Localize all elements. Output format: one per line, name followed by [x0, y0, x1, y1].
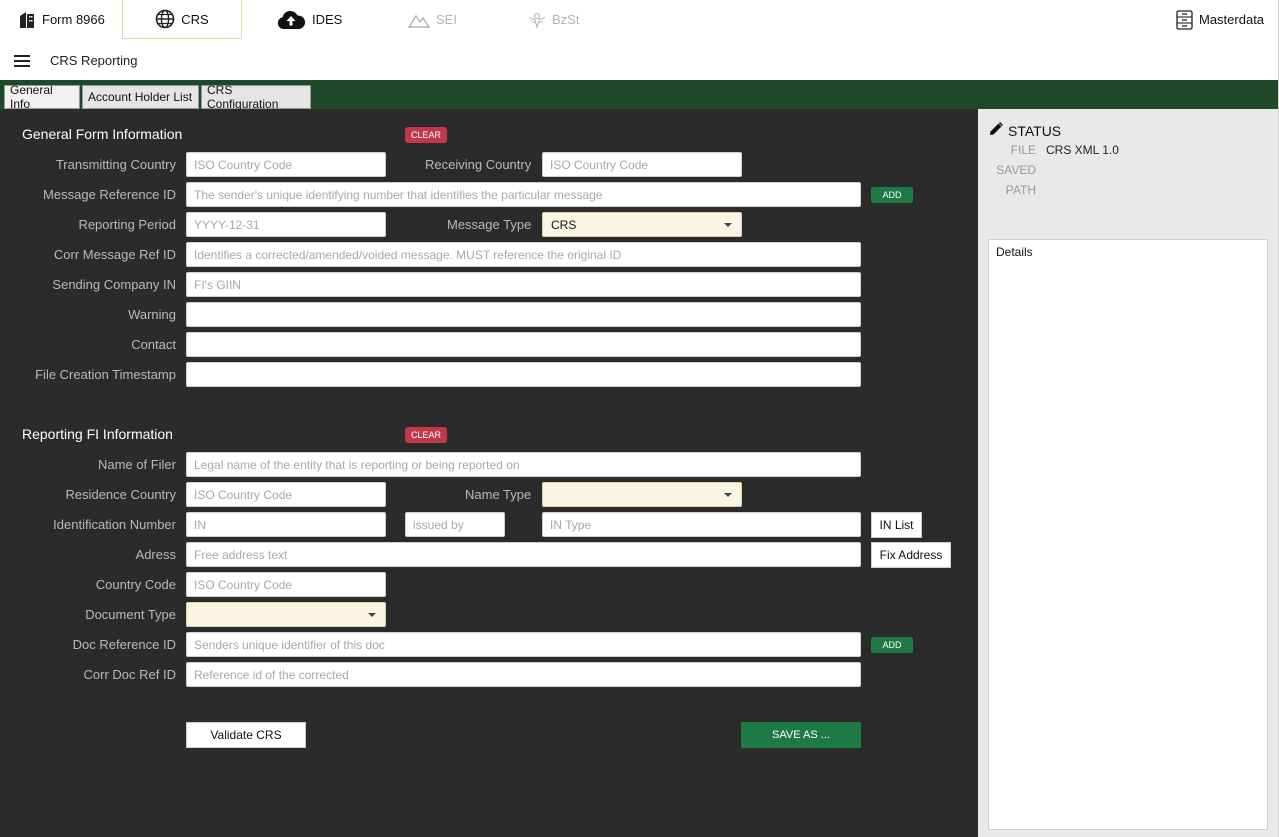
masterdata-button[interactable]: Masterdata — [1176, 0, 1264, 39]
pencil-icon — [988, 121, 1004, 140]
status-saved-key: SAVED — [996, 163, 1036, 177]
building-icon — [18, 11, 36, 29]
fi-section-title: Reporting FI Information — [22, 426, 173, 442]
corr-message-label: Corr Message Ref ID — [53, 247, 176, 262]
reporting-period-input[interactable]: YYYY-12-31 — [186, 212, 386, 237]
receiving-country-label: Receiving Country — [425, 157, 532, 172]
issued-by-input[interactable]: issued by — [405, 512, 505, 537]
tab-crs-configuration[interactable]: CRS Configuration — [201, 83, 311, 111]
chevron-down-icon — [724, 493, 732, 497]
receiving-country-input[interactable]: ISO Country Code — [542, 152, 742, 177]
message-ref-add-button[interactable]: ADD — [871, 187, 913, 203]
tab-crs[interactable]: CRS — [122, 0, 242, 39]
residence-country-label: Residence Country — [65, 487, 176, 502]
chevron-down-icon — [368, 613, 376, 617]
eagle-icon — [528, 11, 546, 29]
status-header: STATUS — [988, 121, 1061, 140]
tab-bzst[interactable]: BzSt — [528, 0, 579, 39]
country-code-input[interactable]: ISO Country Code — [186, 572, 386, 597]
top-navigation: Form 8966 CRS IDES SEI BzSt Masterdata — [0, 0, 1279, 40]
tab-sei[interactable]: SEI — [408, 0, 457, 39]
tab-ides[interactable]: IDES — [276, 0, 342, 39]
contact-label: Contact — [131, 337, 176, 352]
status-file-key: FILE — [1010, 143, 1036, 157]
status-title: STATUS — [1008, 122, 1062, 139]
timestamp-input[interactable] — [186, 362, 861, 387]
warning-label: Warning — [128, 307, 176, 322]
tab-crs-label: CRS — [181, 11, 209, 27]
filer-name-input[interactable]: Legal name of the entity that is reporti… — [186, 452, 861, 477]
filer-name-label: Name of Filer — [97, 457, 176, 472]
tab-bzst-label: BzSt — [552, 12, 580, 27]
name-type-select[interactable] — [542, 482, 742, 507]
document-type-select[interactable] — [186, 602, 386, 627]
details-label: Details — [996, 245, 1033, 259]
message-type-label: Message Type — [447, 217, 532, 232]
chevron-down-icon — [724, 223, 732, 227]
timestamp-label: File Creation Timestamp — [35, 367, 176, 382]
validate-crs-button[interactable]: Validate CRS — [186, 722, 306, 748]
menu-icon[interactable] — [14, 55, 30, 67]
address-input[interactable]: Free address text — [186, 542, 861, 567]
message-ref-input[interactable]: The sender's unique identifying number t… — [186, 182, 861, 207]
tab-ides-label: IDES — [312, 12, 343, 27]
message-type-select[interactable]: CRS — [542, 212, 742, 237]
corr-doc-label: Corr Doc Ref ID — [83, 667, 176, 682]
transmitting-country-label: Transmitting Country — [55, 157, 176, 172]
tab-form-8966[interactable]: Form 8966 — [18, 0, 105, 39]
status-file-value: CRS XML 1.0 — [1046, 143, 1119, 157]
name-type-label: Name Type — [465, 487, 532, 502]
page-title: CRS Reporting — [50, 53, 138, 68]
address-label: Adress — [135, 547, 176, 562]
filing-cabinet-icon — [1176, 9, 1193, 30]
message-type-value: CRS — [551, 217, 577, 232]
warning-input[interactable] — [186, 302, 861, 327]
in-list-button[interactable]: IN List — [871, 512, 922, 538]
in-type-input[interactable]: IN Type — [542, 512, 861, 537]
doc-ref-label: Doc Reference ID — [72, 637, 176, 652]
doc-ref-add-button[interactable]: ADD — [871, 637, 913, 653]
masterdata-label: Masterdata — [1199, 12, 1265, 27]
tab-account-holder-list[interactable]: Account Holder List — [82, 85, 199, 109]
id-number-label: Identification Number — [53, 517, 176, 532]
tab-form-8966-label: Form 8966 — [42, 12, 105, 27]
corr-doc-input[interactable]: Reference id of the corrected — [186, 662, 861, 687]
country-code-label: Country Code — [95, 577, 176, 592]
id-number-input[interactable]: IN — [186, 512, 386, 537]
general-clear-button[interactable]: CLEAR — [405, 127, 447, 143]
details-box: Details — [988, 239, 1268, 830]
globe-icon — [155, 9, 175, 29]
contact-input[interactable] — [186, 332, 861, 357]
sending-company-label: Sending Company IN — [52, 277, 176, 292]
general-section-title: General Form Information — [22, 126, 183, 142]
corr-message-input[interactable]: Identifies a corrected/amended/voided me… — [186, 242, 861, 267]
document-type-label: Document Type — [85, 607, 176, 622]
reporting-period-label: Reporting Period — [78, 217, 176, 232]
residence-country-input[interactable]: ISO Country Code — [186, 482, 386, 507]
tab-general-info[interactable]: General Info — [4, 83, 80, 111]
sub-header: CRS Reporting — [0, 40, 1279, 80]
save-as-button[interactable]: SAVE AS ... — [741, 722, 861, 748]
sending-company-input[interactable]: FI's GIIN — [186, 272, 861, 297]
message-ref-label: Message Reference ID — [43, 187, 176, 202]
tab-sei-label: SEI — [436, 12, 457, 27]
cloud-upload-icon — [276, 10, 306, 30]
doc-ref-input[interactable]: Senders unique identifier of this doc — [186, 632, 861, 657]
fix-address-button[interactable]: Fix Address — [871, 542, 951, 568]
status-path-key: PATH — [1005, 183, 1036, 197]
transmitting-country-input[interactable]: ISO Country Code — [186, 152, 386, 177]
fi-clear-button[interactable]: CLEAR — [405, 427, 447, 443]
mountain-icon — [408, 12, 430, 28]
